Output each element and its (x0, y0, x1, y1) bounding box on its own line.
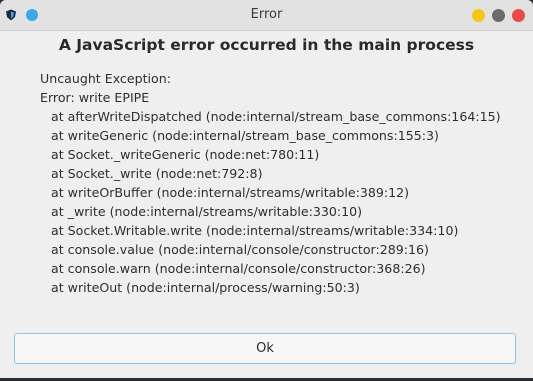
stack-frame: at writeGeneric (node:internal/stream_ba… (51, 128, 439, 143)
titlebar[interactable]: Error (0, 0, 533, 31)
stack-frame: at Socket._writeGeneric (node:net:780:11… (51, 147, 320, 162)
dialog-heading: A JavaScript error occurred in the main … (58, 36, 475, 54)
stack-frame: at Socket.Writable.write (node:internal/… (51, 223, 459, 238)
stack-frame: at console.value (node:internal/console/… (51, 242, 429, 257)
minimize-icon[interactable] (472, 9, 485, 22)
error-dialog-window: Error A JavaScript error occurred in the… (0, 0, 533, 378)
stack-frame: at console.warn (node:internal/console/c… (51, 261, 426, 276)
stack-frame: at writeOut (node:internal/process/warni… (51, 280, 360, 295)
close-icon[interactable] (512, 9, 525, 22)
window-title: Error (250, 7, 283, 22)
stack-frame: at Socket._write (node:net:792:8) (51, 166, 263, 181)
error-message: Uncaught Exception: Error: write EPIPE a… (40, 69, 501, 297)
stack-frame: at afterWriteDispatched (node:internal/s… (51, 109, 501, 124)
stack-frame: at _write (node:internal/streams/writabl… (51, 204, 363, 219)
message-line: Uncaught Exception: (40, 71, 171, 86)
message-line: Error: write EPIPE (40, 90, 150, 105)
maximize-icon[interactable] (492, 9, 505, 22)
ok-button[interactable]: Ok (14, 333, 516, 364)
stack-frame: at writeOrBuffer (node:internal/streams/… (51, 185, 410, 200)
